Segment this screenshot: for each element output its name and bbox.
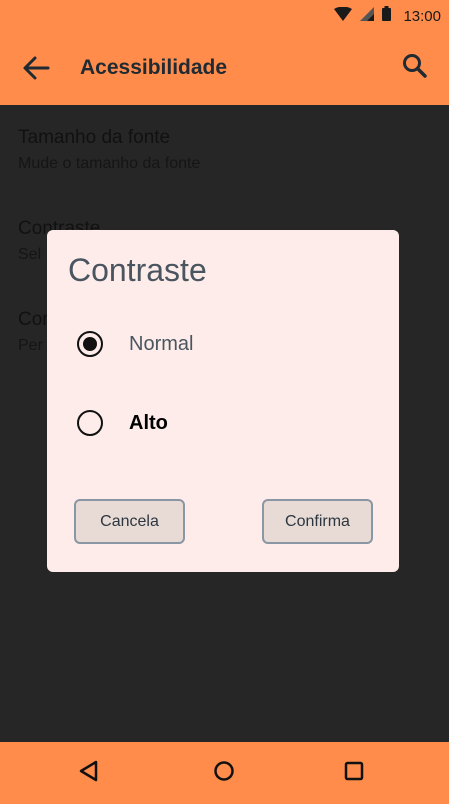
setting-title: Cor <box>18 309 49 330</box>
radio-button-unchecked[interactable] <box>77 410 103 436</box>
status-bar: 13:00 <box>0 0 449 32</box>
back-button[interactable] <box>20 54 52 86</box>
radio-button-checked[interactable] <box>77 331 103 357</box>
back-triangle-icon <box>78 760 100 787</box>
option-label: Normal <box>129 332 194 355</box>
contrast-dialog: Contraste Normal Alto Cancela Confirma <box>47 230 399 572</box>
nav-recents-button[interactable] <box>340 759 368 787</box>
cancel-button[interactable]: Cancela <box>74 499 185 544</box>
status-icons: 13:00 <box>334 6 441 26</box>
recents-square-icon <box>343 760 365 787</box>
nav-back-button[interactable] <box>75 759 103 787</box>
radio-option-alto[interactable]: Alto <box>77 403 377 443</box>
navigation-bar <box>0 742 449 804</box>
nav-home-button[interactable] <box>210 759 238 787</box>
home-circle-icon <box>213 760 235 787</box>
status-time: 13:00 <box>403 7 441 25</box>
setting-item-color[interactable]: Cor Per <box>18 309 49 355</box>
signal-icon <box>360 6 375 26</box>
dialog-title: Contraste <box>68 252 207 288</box>
radio-dot <box>83 337 97 351</box>
search-button[interactable] <box>399 52 431 84</box>
battery-icon <box>382 6 392 26</box>
page-title: Acessibilidade <box>80 56 228 79</box>
setting-subtitle: Mude o tamanho da fonte <box>18 155 201 172</box>
setting-title: Tamanho da fonte <box>18 127 171 148</box>
confirm-button[interactable]: Confirma <box>262 499 373 544</box>
search-icon <box>402 53 428 84</box>
app-bar: Acessibilidade <box>0 32 449 105</box>
option-label: Alto <box>129 411 168 434</box>
wifi-icon <box>334 6 353 26</box>
arrow-back-icon <box>22 55 50 86</box>
setting-subtitle: Per <box>18 337 43 354</box>
radio-option-normal[interactable]: Normal <box>77 324 377 364</box>
setting-item-font-size[interactable]: Tamanho da fonte Mude o tamanho da fonte <box>18 127 200 173</box>
